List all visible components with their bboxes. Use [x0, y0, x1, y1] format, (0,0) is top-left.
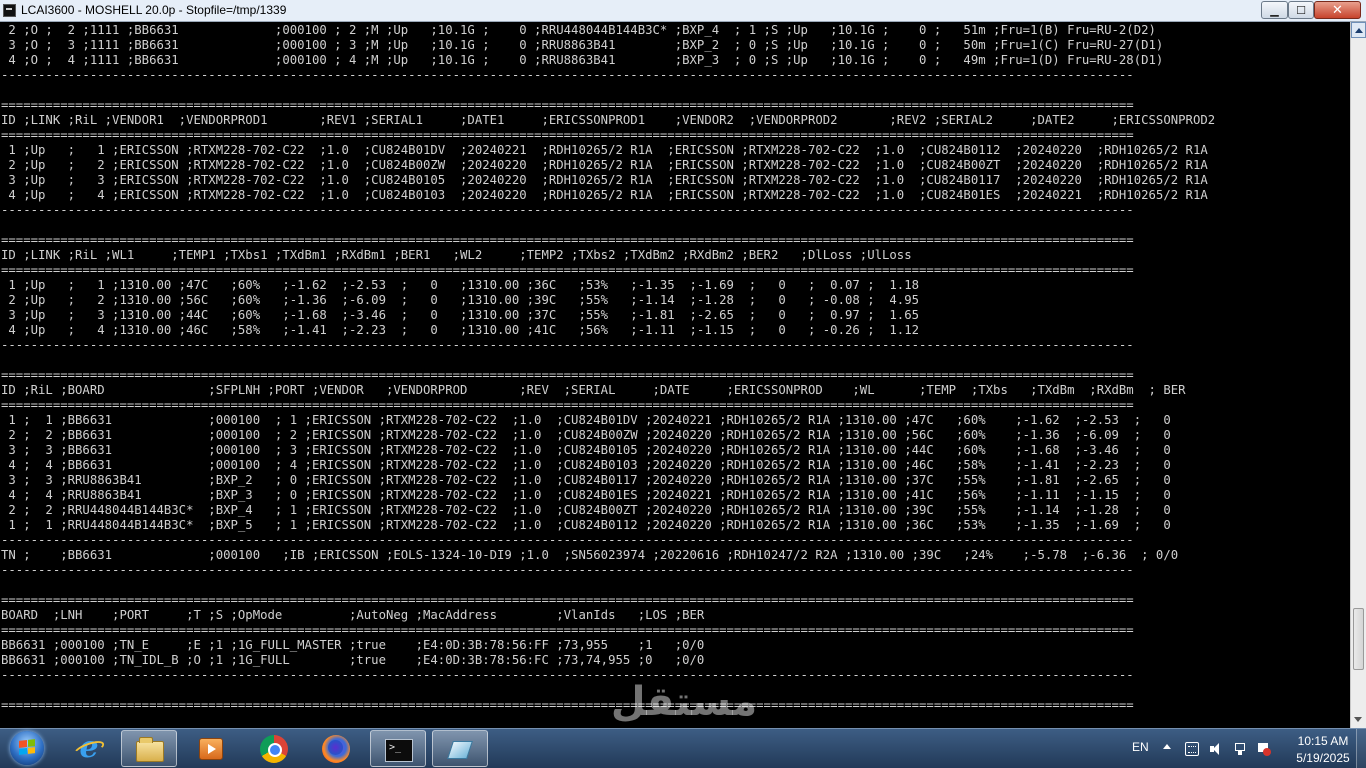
console-line: 4 ;O ; 4 ;1111 ;BB6631 ;000100 ; 4 ;M ;U… — [1, 53, 1164, 67]
console-line: 4 ; 4 ;BB6631 ;000100 ; 4 ;ERICSSON ;RTX… — [1, 458, 1171, 472]
windows-logo-icon — [19, 739, 35, 755]
console-line: BOARD ;LNH ;PORT ;T ;S ;OpMode ;AutoNeg … — [1, 608, 705, 622]
console-line: 3 ;O ; 3 ;1111 ;BB6631 ;000100 ; 3 ;M ;U… — [1, 38, 1164, 52]
folder-icon — [135, 736, 165, 764]
close-icon: ✕ — [1332, 2, 1343, 18]
console-line: ----------------------------------------… — [1, 563, 1134, 577]
scroll-down-button[interactable] — [1351, 712, 1366, 728]
console-line: ========================================… — [1, 233, 1134, 247]
command-prompt-icon: >_ — [384, 736, 414, 764]
console-line: ========================================… — [1, 698, 1134, 712]
console-line: 2 ; 2 ;BB6631 ;000100 ; 2 ;ERICSSON ;RTX… — [1, 428, 1171, 442]
chrome-icon — [259, 735, 289, 763]
internet-explorer-icon: e — [71, 733, 107, 763]
console-line: ========================================… — [1, 368, 1134, 382]
console-line: ----------------------------------------… — [1, 338, 1134, 352]
window-title: LCAI3600 - MOSHELL 20.0p - Stopfile=/tmp… — [21, 3, 287, 17]
console-line: ========================================… — [1, 398, 1134, 412]
media-player-icon — [196, 735, 226, 763]
console-line: 1 ; 1 ;RRU448044B144B3C* ;BXP_5 ; 1 ;ERI… — [1, 518, 1171, 532]
console-line: 3 ; 3 ;BB6631 ;000100 ; 3 ;ERICSSON ;RTX… — [1, 443, 1171, 457]
console-line: ----------------------------------------… — [1, 668, 1134, 682]
language-indicator[interactable]: EN — [1132, 740, 1149, 754]
clock-date[interactable]: 5/19/2025 — [1293, 751, 1353, 765]
window-title-bar[interactable]: LCAI3600 - MOSHELL 20.0p - Stopfile=/tmp… — [0, 0, 1366, 22]
console-line: BB6631 ;000100 ;TN_IDL_B ;O ;1 ;1G_FULL … — [1, 653, 705, 667]
console-line: ----------------------------------------… — [1, 68, 1134, 82]
console-line: ----------------------------------------… — [1, 533, 1134, 547]
console-line: TN ; ;BB6631 ;000100 ;IB ;ERICSSON ;EOLS… — [1, 548, 1179, 562]
minimize-button[interactable]: ▁ — [1261, 1, 1288, 19]
console-line: ========================================… — [1, 623, 1134, 637]
volume-icon[interactable] — [1210, 742, 1224, 756]
console-line: ========================================… — [1, 98, 1134, 112]
close-button[interactable]: ✕ — [1314, 1, 1361, 19]
console-line: 3 ;Up ; 3 ;ERICSSON ;RTXM228-702-C22 ;1.… — [1, 173, 1208, 187]
console-line: 3 ; 3 ;RRU8863B41 ;BXP_2 ; 0 ;ERICSSON ;… — [1, 473, 1171, 487]
scroll-up-button[interactable] — [1351, 22, 1366, 38]
console-line: 2 ;Up ; 2 ;ERICSSON ;RTXM228-702-C22 ;1.… — [1, 158, 1208, 172]
console-line: 3 ;Up ; 3 ;1310.00 ;44C ;60% ;-1.68 ;-3.… — [1, 308, 920, 322]
console-line: ----------------------------------------… — [1, 203, 1134, 217]
console-line: 2 ;Up ; 2 ;1310.00 ;56C ;60% ;-1.36 ;-6.… — [1, 293, 920, 307]
taskbar-firefox[interactable] — [308, 730, 364, 767]
console-line: ID ;LINK ;RiL ;WL1 ;TEMP1 ;TXbs1 ;TXdBm1… — [1, 248, 912, 262]
console-output[interactable]: 2 ;O ; 2 ;1111 ;BB6631 ;000100 ; 2 ;M ;U… — [0, 22, 1350, 728]
start-button[interactable] — [4, 729, 48, 767]
keyboard-icon[interactable] — [1185, 742, 1199, 756]
console-line: 1 ;Up ; 1 ;ERICSSON ;RTXM228-702-C22 ;1.… — [1, 143, 1208, 157]
taskbar-file-explorer[interactable] — [121, 730, 177, 767]
console-line: 4 ; 4 ;RRU8863B41 ;BXP_3 ; 0 ;ERICSSON ;… — [1, 488, 1171, 502]
console-line: BB6631 ;000100 ;TN_E ;E ;1 ;1G_FULL_MAST… — [1, 638, 705, 652]
console-line: ========================================… — [1, 593, 1134, 607]
terminal-app-icon — [3, 4, 16, 17]
console-line: 2 ; 2 ;RRU448044B144B3C* ;BXP_4 ; 1 ;ERI… — [1, 503, 1171, 517]
console-line: ID ;RiL ;BOARD ;SFPLNH ;PORT ;VENDOR ;VE… — [1, 383, 1186, 397]
console-line: 1 ; 1 ;BB6631 ;000100 ; 1 ;ERICSSON ;RTX… — [1, 413, 1171, 427]
console-line: 2 ;O ; 2 ;1111 ;BB6631 ;000100 ; 2 ;M ;U… — [1, 23, 1156, 37]
show-hidden-icons-icon[interactable] — [1163, 744, 1171, 749]
snipping-tool-icon — [446, 736, 476, 764]
clock-time[interactable]: 10:15 AM — [1293, 734, 1353, 748]
taskbar-command-prompt[interactable]: >_ — [370, 730, 426, 767]
taskbar-snipping-tool[interactable] — [432, 730, 488, 767]
action-center-icon[interactable] — [1257, 742, 1271, 756]
vertical-scrollbar[interactable] — [1350, 22, 1366, 728]
firefox-icon — [321, 735, 351, 763]
console-line: ID ;LINK ;RiL ;VENDOR1 ;VENDORPROD1 ;REV… — [1, 113, 1216, 127]
console-line: ========================================… — [1, 128, 1134, 142]
console-line: 4 ;Up ; 4 ;ERICSSON ;RTXM228-702-C22 ;1.… — [1, 188, 1208, 202]
taskbar: e >_ EN 10:15 AM 5/19/2025 — [0, 728, 1366, 768]
minimize-icon: ▁ — [1270, 3, 1279, 17]
taskbar-internet-explorer[interactable]: e — [61, 730, 117, 767]
maximize-icon: ☐ — [1296, 3, 1306, 17]
network-icon[interactable] — [1234, 742, 1248, 756]
taskbar-chrome[interactable] — [246, 730, 302, 767]
taskbar-media-player[interactable] — [183, 730, 239, 767]
console-line: 1 ;Up ; 1 ;1310.00 ;47C ;60% ;-1.62 ;-2.… — [1, 278, 920, 292]
show-desktop-button[interactable] — [1356, 729, 1366, 768]
maximize-button[interactable]: ☐ — [1288, 1, 1314, 19]
console-line: 4 ;Up ; 4 ;1310.00 ;46C ;58% ;-1.41 ;-2.… — [1, 323, 920, 337]
scroll-thumb[interactable] — [1353, 608, 1364, 670]
console-line: ========================================… — [1, 263, 1134, 277]
